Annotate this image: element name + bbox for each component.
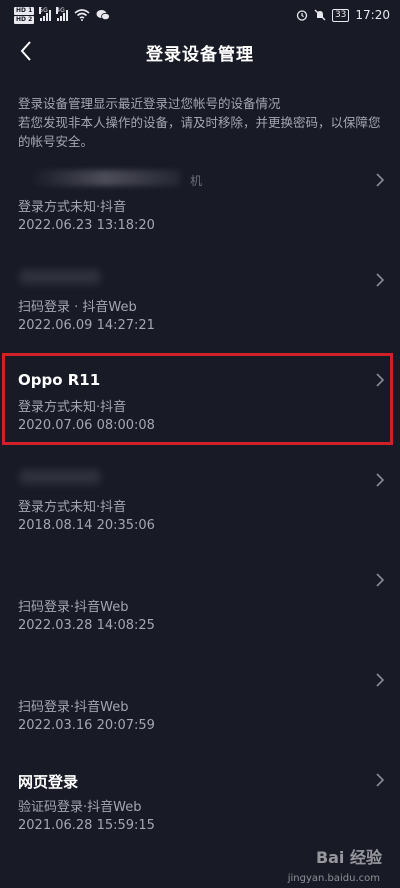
hd-indicators: HD 1 HD 2 bbox=[14, 6, 35, 24]
redacted-device-name bbox=[20, 470, 100, 484]
device-name: Oppo R11 bbox=[18, 371, 101, 389]
chevron-right-icon bbox=[376, 473, 385, 487]
chevron-right-icon bbox=[376, 573, 385, 587]
device-item[interactable]: 网页登录 验证码登录·抖音Web 2021.06.28 15:59:15 bbox=[0, 756, 400, 856]
redacted-device-name bbox=[30, 170, 180, 186]
alarm-icon bbox=[296, 10, 308, 21]
chevron-right-icon bbox=[376, 773, 385, 787]
nav-bar: 登录设备管理 bbox=[0, 30, 400, 74]
device-item[interactable]: 登录方式未知·抖音 2018.08.14 20:35:06 bbox=[0, 456, 400, 556]
device-login-date: 2018.08.14 20:35:06 bbox=[18, 518, 155, 533]
redacted-device-name bbox=[20, 270, 100, 284]
device-item[interactable]: Oppo R11 登录方式未知·抖音 2020.07.06 08:00:08 bbox=[0, 356, 400, 456]
device-login-date: 2021.06.28 15:59:15 bbox=[18, 818, 155, 833]
sig2-label: 4G bbox=[56, 6, 65, 14]
signal-icon: 5G bbox=[39, 6, 52, 21]
description-line2: 若您发现非本人操作的设备，请及时移除，并更换密码，以保障您的帐号安全。 bbox=[18, 115, 381, 149]
chevron-right-icon bbox=[376, 373, 385, 387]
chevron-right-icon bbox=[376, 173, 385, 187]
hd2-badge: HD 2 bbox=[14, 15, 35, 24]
device-name-tail: 机 bbox=[190, 174, 203, 188]
page-title: 登录设备管理 bbox=[146, 45, 254, 65]
device-login-method: 验证码登录·抖音Web bbox=[18, 800, 142, 815]
sig1-label: 5G bbox=[39, 6, 48, 14]
device-login-date: 2022.06.23 13:18:20 bbox=[18, 218, 155, 233]
device-login-method: 登录方式未知·抖音 bbox=[18, 500, 127, 515]
battery-icon: 33 bbox=[331, 8, 350, 22]
device-item[interactable]: 扫码登录·抖音Web 2022.03.16 20:07:59 bbox=[0, 656, 400, 756]
status-bar-right: 33 17:20 bbox=[296, 8, 390, 22]
device-login-date: 2022.03.28 14:08:25 bbox=[18, 618, 155, 633]
hd1-badge: HD 1 bbox=[14, 6, 35, 15]
device-login-method: 登录方式未知·抖音 bbox=[18, 200, 127, 215]
device-login-date: 2022.03.16 20:07:59 bbox=[18, 718, 155, 733]
device-login-method: 登录方式未知·抖音 bbox=[18, 400, 127, 415]
device-login-date: 2020.07.06 08:00:08 bbox=[18, 418, 155, 433]
device-list: 机 登录方式未知·抖音 2022.06.23 13:18:20 扫码登录 · 抖… bbox=[0, 156, 400, 856]
device-login-method: 扫码登录 · 抖音Web bbox=[18, 300, 137, 315]
watermark-url: jingyan.baidu.com bbox=[287, 873, 380, 884]
status-bar: HD 1 HD 2 5G 4G 33 17:20 bbox=[0, 0, 400, 30]
status-bar-left: HD 1 HD 2 5G 4G bbox=[14, 6, 111, 24]
page-description: 登录设备管理显示最近登录过您帐号的设备情况 若您发现非本人操作的设备，请及时移除… bbox=[18, 94, 384, 151]
mute-icon bbox=[314, 9, 326, 21]
wifi-icon bbox=[74, 9, 90, 21]
chevron-right-icon bbox=[376, 673, 385, 687]
chevron-right-icon bbox=[376, 273, 385, 287]
description-line1: 登录设备管理显示最近登录过您帐号的设备情况 bbox=[18, 96, 281, 111]
device-name: 网页登录 bbox=[18, 773, 79, 791]
baidu-watermark: Bai 经验 bbox=[316, 844, 382, 868]
device-login-date: 2022.06.09 14:27:21 bbox=[18, 318, 155, 333]
status-time: 17:20 bbox=[355, 8, 390, 22]
device-item[interactable]: 机 登录方式未知·抖音 2022.06.23 13:18:20 bbox=[0, 156, 400, 256]
wechat-icon bbox=[96, 10, 111, 21]
signal-icon-2: 4G bbox=[56, 6, 69, 21]
device-login-method: 扫码登录·抖音Web bbox=[18, 600, 129, 615]
device-item[interactable]: 扫码登录·抖音Web 2022.03.28 14:08:25 bbox=[0, 556, 400, 656]
device-login-method: 扫码登录·抖音Web bbox=[18, 700, 129, 715]
device-item[interactable]: 扫码登录 · 抖音Web 2022.06.09 14:27:21 bbox=[0, 256, 400, 356]
watermark-brand: Bai 经验 bbox=[315, 848, 382, 867]
